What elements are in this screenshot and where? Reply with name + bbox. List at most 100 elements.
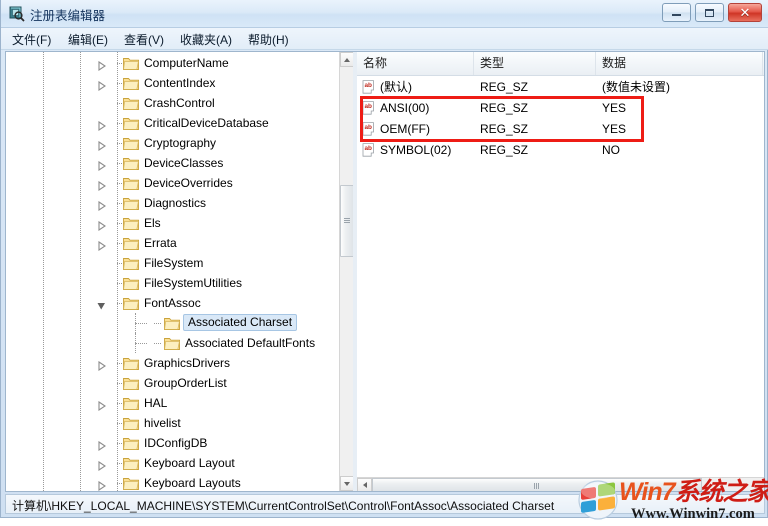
tree-expand-arrow-closed-icon[interactable]: [97, 118, 106, 132]
value-data-cell: NO: [602, 143, 620, 157]
client-area: ComputerName ContentIndex CrashControl Crit…: [5, 51, 765, 492]
registry-editor-window: 注册表编辑器 ✕ 文件(F) 编辑(E) 查看(V) 收藏夹(A) 帮助(H) Comp…: [0, 0, 768, 526]
folder-icon: [123, 398, 139, 410]
tree-expand-arrow-closed-icon[interactable]: [97, 458, 106, 472]
string-value-icon: ab: [362, 80, 374, 94]
column-header-0[interactable]: 名称: [357, 52, 474, 75]
tree-expand-arrow-closed-icon[interactable]: [97, 238, 106, 252]
tree-item-label: CriticalDeviceDatabase: [144, 116, 269, 130]
menu-item-3[interactable]: 收藏夹(A): [177, 31, 235, 48]
registry-value-row[interactable]: ab SYMBOL(02) REG_SZ NO: [357, 140, 764, 161]
tree-expand-arrow-closed-icon[interactable]: [97, 78, 106, 92]
tree-scroll-up-button[interactable]: [340, 52, 353, 67]
close-button[interactable]: ✕: [728, 3, 762, 22]
tree-item[interactable]: CrashControl: [6, 93, 339, 113]
tree-item[interactable]: Diagnostics: [6, 193, 339, 213]
tree-expand-arrow-closed-icon[interactable]: [97, 58, 106, 72]
menu-bar: 文件(F) 编辑(E) 查看(V) 收藏夹(A) 帮助(H): [1, 28, 768, 50]
registry-editor-icon: [9, 6, 25, 22]
tree-item[interactable]: Els: [6, 213, 339, 233]
tree-item[interactable]: FileSystem: [6, 253, 339, 273]
registry-value-row[interactable]: ab ANSI(00) REG_SZ YES: [357, 98, 764, 119]
tree-item[interactable]: hivelist: [6, 413, 339, 433]
watermark-brand: Win7系统之家: [619, 478, 768, 506]
list-column-headers: 名称 类型 数据: [357, 52, 764, 76]
scrollbar-grip-icon: [344, 218, 350, 224]
folder-icon: [123, 138, 139, 150]
tree-expand-arrow-closed-icon[interactable]: [97, 358, 106, 372]
registry-value-row[interactable]: ab OEM(FF) REG_SZ YES: [357, 119, 764, 140]
tree-scroll-down-button[interactable]: [340, 476, 353, 491]
tree-item-label: FileSystem: [144, 256, 204, 270]
tree-item[interactable]: HAL: [6, 393, 339, 413]
tree-item[interactable]: Cryptography: [6, 133, 339, 153]
tree-vertical-scrollbar[interactable]: [339, 52, 353, 491]
tree-item[interactable]: IDConfigDB: [6, 433, 339, 453]
tree-scrollbar-thumb[interactable]: [340, 185, 353, 257]
folder-icon: [123, 218, 139, 230]
value-name-cell: OEM(FF): [380, 122, 430, 136]
column-header-2[interactable]: 数据: [596, 52, 763, 75]
string-value-icon: ab: [362, 122, 374, 136]
tree-item-label: Keyboard Layout: [144, 456, 235, 470]
registry-values-pane[interactable]: 名称 类型 数据 ab (默认) REG_SZ (数值未设置) ab ANSI(00) REG_…: [357, 52, 764, 491]
registry-tree[interactable]: ComputerName ContentIndex CrashControl Crit…: [6, 52, 339, 491]
watermark-brand-cn: 系统之家: [674, 478, 768, 506]
windows-flag-logo: [578, 480, 618, 520]
tree-item-selected[interactable]: Associated Charset: [6, 313, 339, 333]
tree-item-label: GraphicsDrivers: [144, 356, 231, 370]
folder-icon: [123, 58, 139, 70]
menu-item-2[interactable]: 查看(V): [121, 31, 167, 48]
tree-expand-arrow-closed-icon[interactable]: [97, 178, 106, 192]
tree-item[interactable]: ContentIndex: [6, 73, 339, 93]
tree-expand-arrow-closed-icon[interactable]: [97, 198, 106, 212]
tree-item-label: Els: [144, 216, 161, 230]
registry-tree-pane[interactable]: ComputerName ContentIndex CrashControl Crit…: [6, 52, 353, 491]
tree-item-label: CrashControl: [144, 96, 215, 110]
value-data-cell: (数值未设置): [602, 80, 670, 94]
tree-expand-arrow-closed-icon[interactable]: [97, 478, 106, 491]
value-name-cell: ANSI(00): [380, 101, 430, 115]
maximize-button[interactable]: [695, 3, 724, 22]
svg-text:ab: ab: [364, 82, 372, 89]
value-type-cell: REG_SZ: [480, 122, 529, 136]
tree-item-label: hivelist: [144, 416, 181, 430]
title-bar: 注册表编辑器 ✕: [1, 0, 768, 28]
list-scroll-left-button[interactable]: [357, 478, 372, 491]
tree-item[interactable]: ComputerName: [6, 53, 339, 73]
minimize-button[interactable]: [662, 3, 691, 22]
value-data-cell: YES: [602, 122, 627, 136]
folder-icon: [123, 78, 139, 90]
tree-expand-arrow-closed-icon[interactable]: [97, 398, 106, 412]
tree-expand-arrow-closed-icon[interactable]: [97, 158, 106, 172]
tree-item[interactable]: Errata: [6, 233, 339, 253]
registry-value-row[interactable]: ab (默认) REG_SZ (数值未设置): [357, 77, 764, 98]
tree-item[interactable]: FontAssoc: [6, 293, 339, 313]
tree-item-label: HAL: [144, 396, 168, 410]
tree-item-label: FontAssoc: [144, 296, 201, 310]
svg-text:ab: ab: [364, 145, 372, 152]
menu-item-1[interactable]: 编辑(E): [65, 31, 111, 48]
tree-item[interactable]: DeviceClasses: [6, 153, 339, 173]
folder-icon: [123, 178, 139, 190]
menu-item-0[interactable]: 文件(F): [9, 31, 54, 48]
menu-item-4[interactable]: 帮助(H): [245, 31, 292, 48]
tree-item[interactable]: GraphicsDrivers: [6, 353, 339, 373]
value-type-cell: REG_SZ: [480, 101, 529, 115]
window-frame: 注册表编辑器 ✕ 文件(F) 编辑(E) 查看(V) 收藏夹(A) 帮助(H) Comp…: [0, 0, 768, 518]
tree-item[interactable]: FileSystemUtilities: [6, 273, 339, 293]
tree-item[interactable]: Keyboard Layouts: [6, 473, 339, 491]
tree-elbow: [154, 343, 161, 345]
tree-item[interactable]: Associated DefaultFonts: [6, 333, 339, 353]
folder-icon: [123, 158, 139, 170]
tree-item[interactable]: CriticalDeviceDatabase: [6, 113, 339, 133]
tree-expand-arrow-closed-icon[interactable]: [97, 218, 106, 232]
column-header-1[interactable]: 类型: [474, 52, 596, 75]
tree-expand-arrow-closed-icon[interactable]: [97, 138, 106, 152]
svg-text:ab: ab: [364, 103, 372, 110]
tree-item[interactable]: Keyboard Layout: [6, 453, 339, 473]
tree-item[interactable]: GroupOrderList: [6, 373, 339, 393]
tree-expand-arrow-open-icon[interactable]: [97, 298, 106, 310]
tree-item[interactable]: DeviceOverrides: [6, 173, 339, 193]
tree-expand-arrow-closed-icon[interactable]: [97, 438, 106, 452]
